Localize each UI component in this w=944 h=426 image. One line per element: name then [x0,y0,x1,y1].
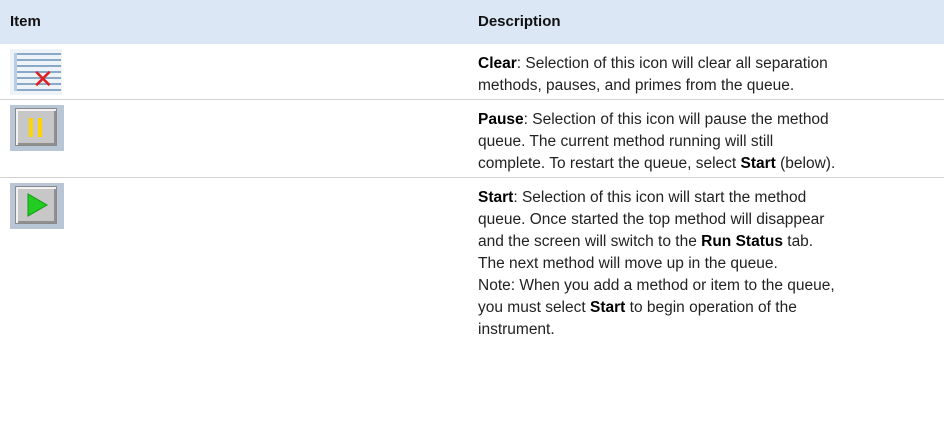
play-icon [10,183,64,229]
clear-description: Clear: Selection of this icon will clear… [478,55,828,94]
clear-queue-icon: ✕ [10,49,62,95]
table-row-pause: Pause: Selection of this icon will pause… [0,100,944,178]
pause-term: Pause [478,111,524,128]
start-term: Start [478,189,514,206]
table-row-start: Start: Selection of this icon will start… [0,178,944,370]
clear-term: Clear [478,55,517,72]
pause-icon [10,105,64,151]
pause-description: Pause: Selection of this icon will pause… [478,111,836,172]
description-column-header: Description [478,13,561,30]
queue-icon-table: Item Description ✕ Clear: Selection of t… [0,0,944,370]
start-description: Start: Selection of this icon will start… [478,189,835,338]
item-column-header: Item [10,13,41,30]
table-header: Item Description [0,0,944,44]
table-row-clear: ✕ Clear: Selection of this icon will cle… [0,44,944,100]
